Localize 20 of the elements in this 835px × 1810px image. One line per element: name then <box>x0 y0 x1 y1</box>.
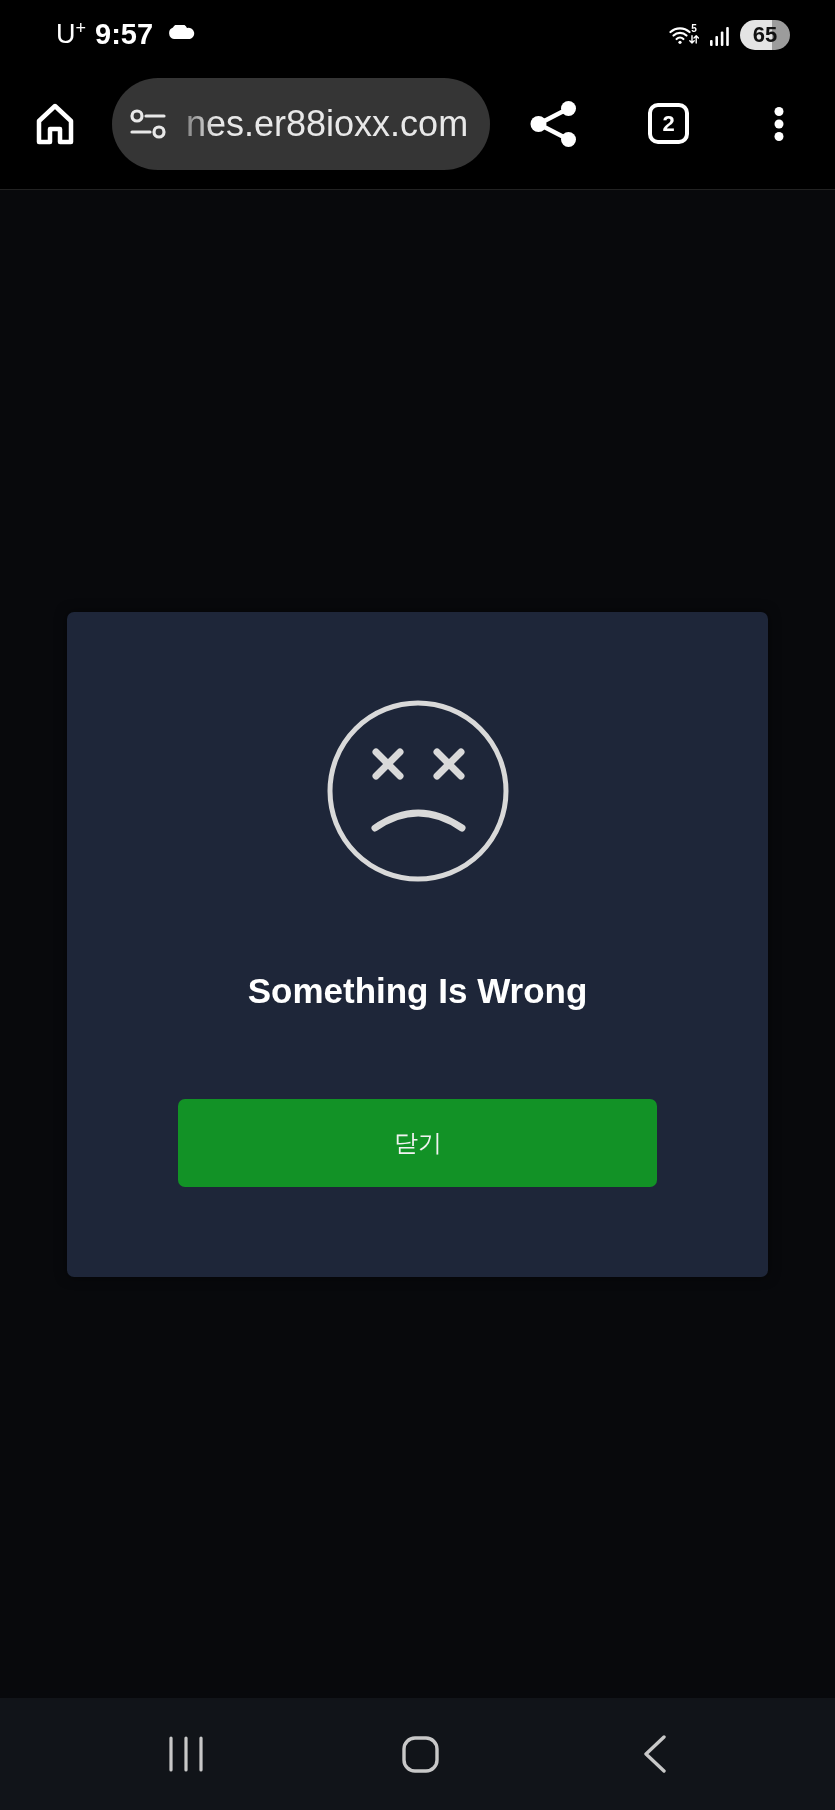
cloud-icon <box>168 25 197 39</box>
data-arrows-icon <box>689 35 699 44</box>
wifi-standard-label: 5 <box>691 24 697 34</box>
clock-time: 9:57 <box>95 18 154 50</box>
signal-bars-icon <box>710 26 729 46</box>
tab-switcher-button[interactable]: 2 <box>648 103 689 144</box>
share-icon[interactable] <box>530 100 577 147</box>
sliders-icon <box>130 108 166 139</box>
home-button-icon[interactable] <box>402 1735 439 1773</box>
home-icon[interactable] <box>36 102 74 145</box>
carrier-label: U$^{+}$ <box>56 18 86 50</box>
dizzy-sad-face-icon <box>326 699 509 882</box>
back-icon[interactable] <box>643 1735 667 1773</box>
error-title: Something Is Wrong <box>247 969 588 1012</box>
more-menu-icon[interactable] <box>774 106 784 141</box>
close-button[interactable]: 닫기 <box>178 1098 657 1187</box>
wifi-icon <box>669 26 691 44</box>
battery-indicator: 65 <box>740 20 790 50</box>
address-bar[interactable]: nes.er88ioxx.com <box>112 77 490 170</box>
recent-apps-icon[interactable] <box>169 1736 203 1772</box>
